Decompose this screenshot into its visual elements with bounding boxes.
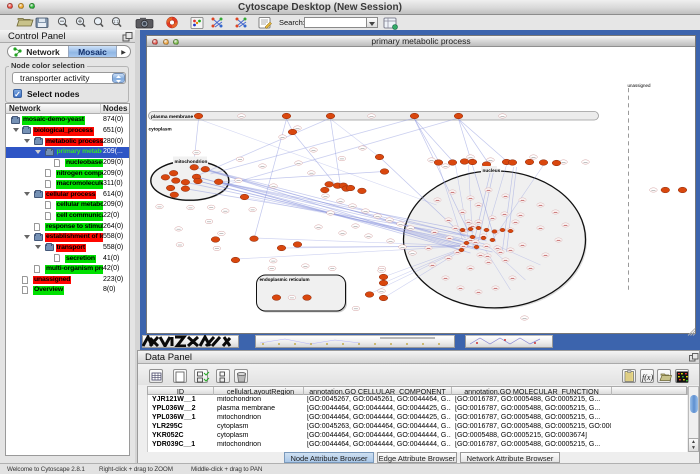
svg-text:mitochondrion: mitochondrion	[175, 159, 208, 164]
svg-text:Search:: Search:	[279, 18, 305, 27]
svg-text:1:1: 1:1	[113, 19, 120, 24]
svg-text:plasma membrane: plasma membrane	[151, 114, 193, 120]
svg-text:endoplasmic reticulum: endoplasmic reticulum	[260, 277, 310, 282]
svg-text:f(x): f(x)	[642, 373, 653, 382]
svg-text:cytoplasm: cytoplasm	[149, 127, 172, 132]
svg-text:nucleus: nucleus	[483, 168, 501, 173]
svg-text:unassigned: unassigned	[628, 83, 652, 88]
